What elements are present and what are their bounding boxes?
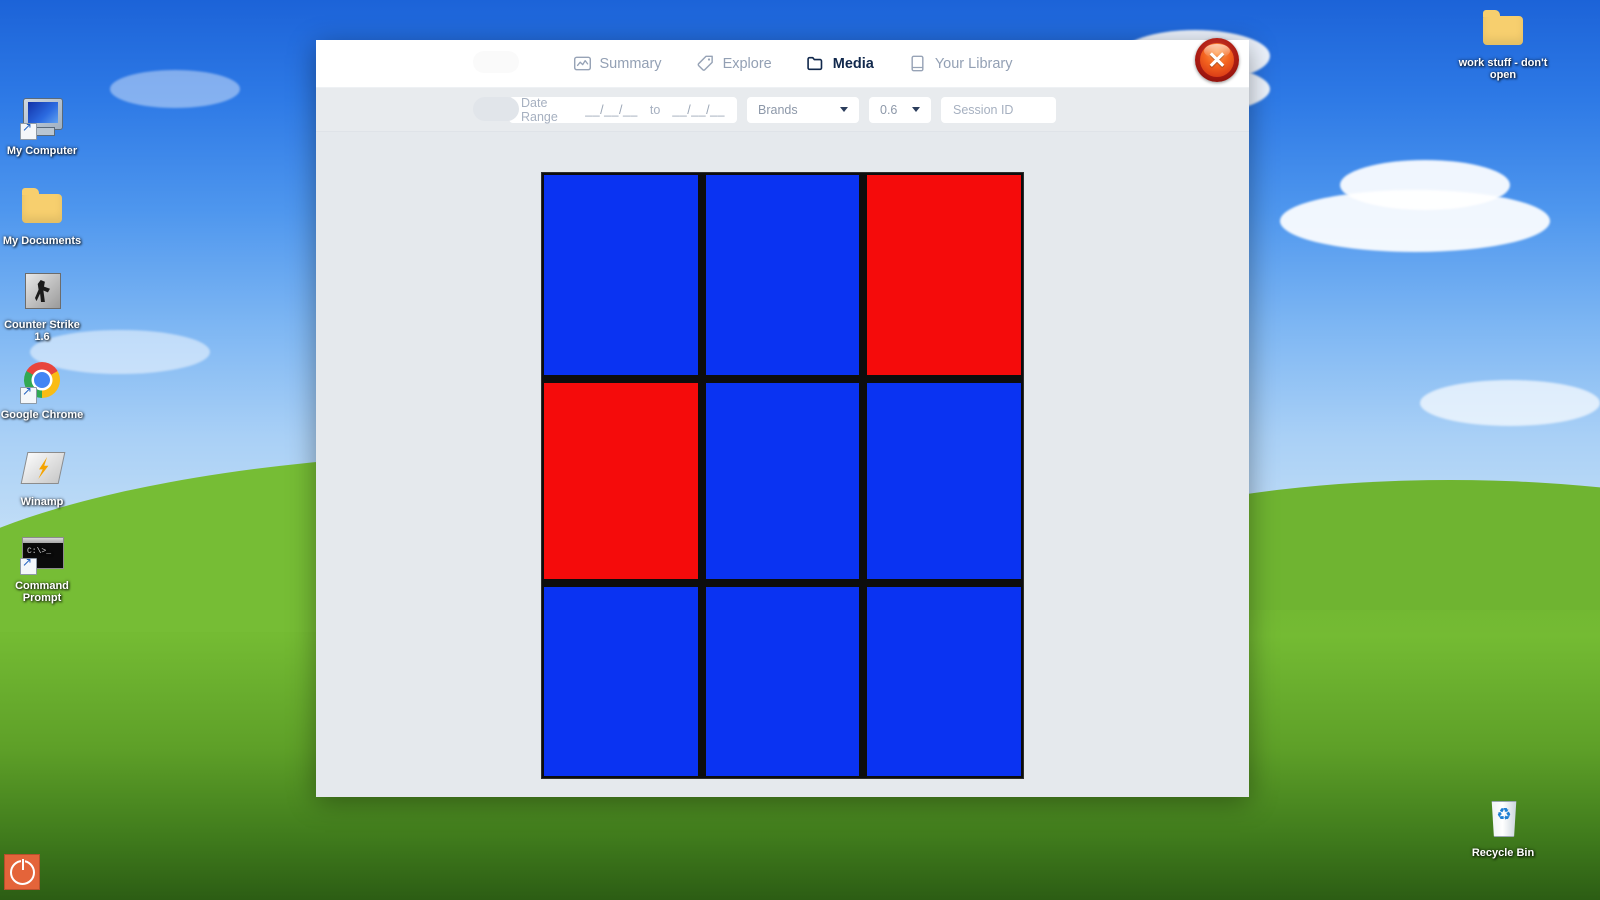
filter-bar: Date Range __/__/__ to __/__/__ Brands 0… [316, 88, 1249, 132]
date-range-label: Date Range [521, 95, 558, 124]
desktop-icon-label: Counter Strike 1.6 [4, 319, 80, 343]
modal-tab-bar: Summary Explore Media Your Library [571, 50, 1015, 77]
folder-icon [20, 186, 64, 230]
tab-label: Summary [599, 55, 662, 72]
brands-select[interactable]: Brands [747, 96, 859, 123]
media-grid-cell[interactable] [867, 175, 1021, 375]
session-id-placeholder: Session ID [953, 102, 1014, 117]
chevron-down-icon [840, 107, 848, 112]
filter-placeholder [473, 97, 519, 121]
folder-icon [1481, 8, 1525, 52]
threshold-select-value: 0.6 [880, 102, 898, 117]
desktop-icon-recycle-bin[interactable]: Recycle Bin [1458, 798, 1548, 859]
media-grid-cell[interactable] [867, 383, 1021, 579]
cloud [1340, 160, 1510, 210]
counter-strike-icon [20, 270, 64, 314]
desktop-icon-command-prompt[interactable]: C:\>_ Command Prompt [0, 531, 84, 604]
media-grid-cell[interactable] [705, 383, 860, 579]
close-icon[interactable]: ✕ [1195, 38, 1239, 82]
desktop-icon-google-chrome[interactable]: Google Chrome [0, 360, 84, 421]
tab-label: Media [832, 55, 874, 72]
tab-label: Explore [722, 55, 772, 72]
media-grid-cell[interactable] [544, 383, 698, 579]
date-range-separator: to [649, 102, 661, 117]
desktop-icon-label: Google Chrome [0, 409, 84, 421]
session-id-input[interactable]: Session ID [941, 96, 1056, 123]
tab-summary[interactable]: Summary [571, 50, 664, 77]
chrome-icon [20, 360, 64, 404]
power-glyph [9, 858, 35, 885]
tab-explore[interactable]: Explore [694, 50, 774, 77]
power-icon[interactable] [4, 854, 40, 890]
date-range-from: __/__/__ [585, 102, 638, 117]
shortcut-overlay-icon [20, 556, 37, 575]
close-x-glyph: ✕ [1207, 46, 1227, 73]
shortcut-overlay-icon [20, 121, 37, 140]
tab-label: Your Library [934, 55, 1013, 72]
cloud [110, 70, 240, 108]
desktop-icon-label: Winamp [20, 496, 64, 508]
app-logo-placeholder [473, 51, 519, 73]
recycle-bin-icon [1481, 798, 1525, 842]
desktop-icon-label: Recycle Bin [1471, 847, 1535, 859]
date-range-to: __/__/__ [672, 102, 725, 117]
shortcut-overlay-icon [20, 385, 37, 404]
tab-your-library[interactable]: Your Library [906, 50, 1015, 77]
media-modal: Summary Explore Media Your Library ✕ Dat… [316, 38, 1249, 797]
desktop-icon-label: work stuff - don't open [1458, 57, 1548, 81]
desktop-icon-winamp[interactable]: Winamp [0, 447, 84, 508]
modal-body [316, 132, 1249, 797]
cloud [1420, 380, 1600, 426]
desktop-icon-my-documents[interactable]: My Documents [0, 186, 84, 247]
threshold-select[interactable]: 0.6 [869, 96, 931, 123]
media-grid-cell[interactable] [544, 175, 698, 375]
desktop-icon-label: My Documents [2, 235, 82, 247]
desktop-icon-label: Command Prompt [15, 580, 69, 604]
book-icon [908, 54, 927, 73]
desktop: My Computer My Documents Counter Strike … [0, 0, 1600, 900]
desktop-icon-counter-strike[interactable]: Counter Strike 1.6 [0, 270, 84, 343]
modal-header: Summary Explore Media Your Library ✕ [316, 38, 1249, 88]
winamp-icon [20, 447, 66, 491]
folder-icon [806, 54, 825, 73]
media-grid-cell[interactable] [705, 587, 860, 776]
command-prompt-icon: C:\>_ [20, 531, 64, 575]
brands-select-value: Brands [758, 102, 798, 117]
media-grid-cell[interactable] [544, 587, 698, 776]
desktop-icon-label: My Computer [6, 145, 78, 157]
tag-icon [696, 54, 715, 73]
desktop-icon-my-computer[interactable]: My Computer [0, 96, 84, 157]
date-range-input[interactable]: Date Range __/__/__ to __/__/__ [509, 95, 737, 124]
chevron-down-icon [912, 107, 920, 112]
desktop-icon-work-stuff[interactable]: work stuff - don't open [1458, 8, 1548, 81]
chart-icon [573, 54, 592, 73]
media-grid-cell[interactable] [867, 587, 1021, 776]
media-grid-cell[interactable] [705, 175, 860, 375]
media-preview[interactable] [541, 172, 1024, 779]
media-color-grid [541, 172, 1024, 779]
tab-media[interactable]: Media [804, 50, 876, 77]
computer-icon [20, 96, 64, 140]
